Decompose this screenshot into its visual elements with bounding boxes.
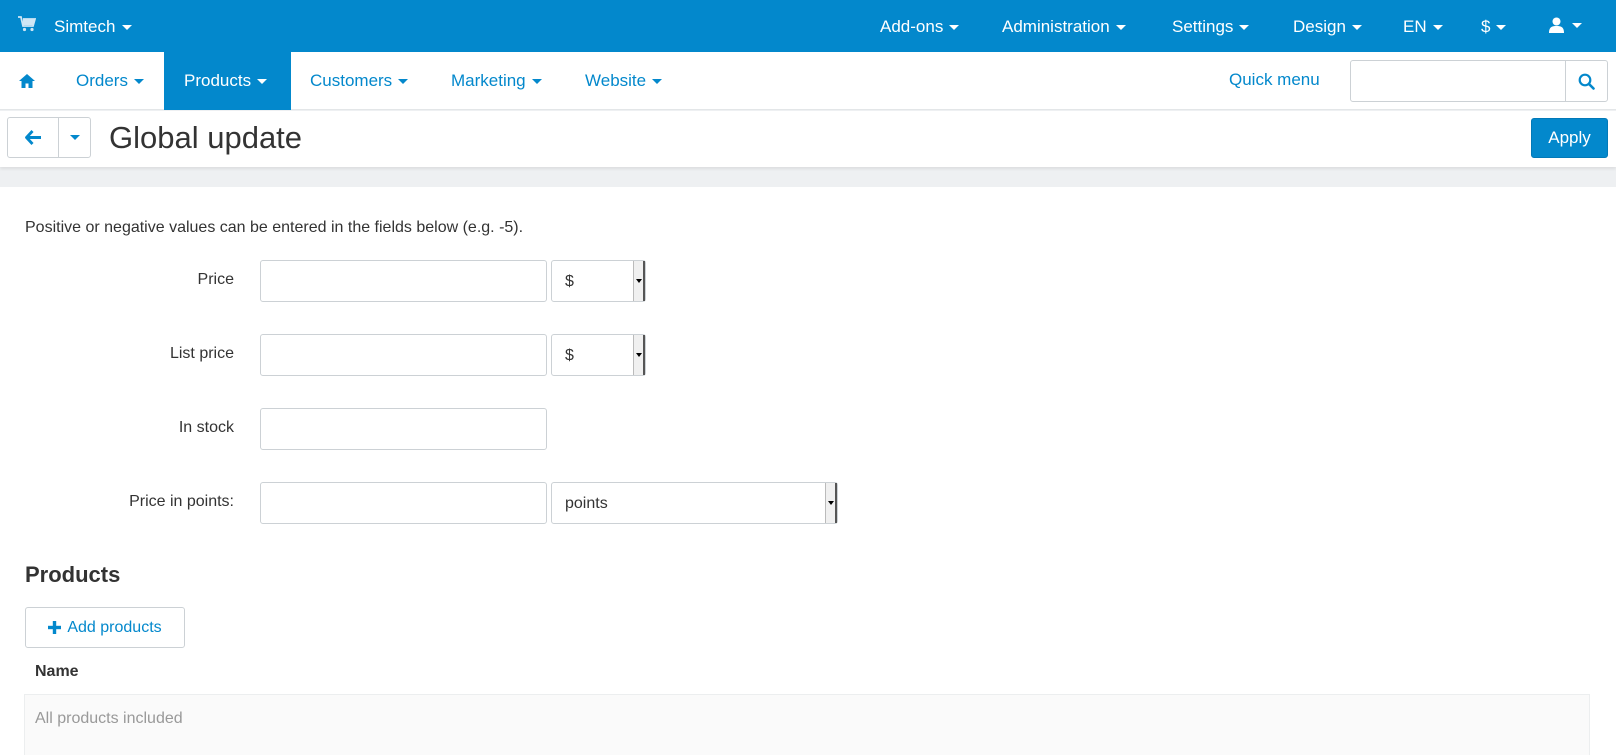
topnav-label: EN bbox=[1403, 17, 1427, 36]
store-switcher[interactable]: Simtech bbox=[54, 17, 133, 37]
store-name: Simtech bbox=[54, 17, 116, 36]
back-button-group bbox=[7, 117, 91, 158]
chevron-down-icon bbox=[1572, 22, 1582, 28]
list-price-unit-select[interactable]: $ bbox=[551, 334, 646, 376]
chevron-down-icon bbox=[122, 24, 133, 30]
home-icon bbox=[19, 74, 35, 88]
topnav-label: Add-ons bbox=[880, 17, 944, 36]
in-stock-input[interactable] bbox=[260, 408, 547, 450]
main-nav: Orders Products Customers Marketing Webs… bbox=[0, 52, 1616, 110]
chevron-down-icon bbox=[1496, 24, 1507, 30]
chevron-down-icon bbox=[257, 78, 268, 84]
page-toolbar: Global update Apply bbox=[0, 111, 1616, 167]
topnav-label: $ bbox=[1481, 17, 1491, 36]
nav-website[interactable]: Website bbox=[585, 52, 663, 110]
arrow-left-icon bbox=[24, 130, 41, 145]
nav-marketing[interactable]: Marketing bbox=[451, 52, 542, 110]
topnav-design[interactable]: Design bbox=[1293, 17, 1362, 37]
nav-label: Website bbox=[585, 71, 647, 90]
nav-label: Orders bbox=[76, 71, 128, 90]
chevron-down-icon bbox=[398, 78, 409, 84]
chevron-down-icon bbox=[1115, 24, 1126, 30]
chevron-down-icon bbox=[633, 335, 645, 375]
topnav-label: Design bbox=[1293, 17, 1346, 36]
search-input[interactable] bbox=[1351, 61, 1565, 101]
in-stock-label: In stock bbox=[178, 419, 234, 436]
history-dropdown[interactable] bbox=[59, 118, 90, 157]
price-row: Price $ bbox=[0, 260, 900, 302]
price-unit-select[interactable]: $ bbox=[551, 260, 646, 302]
price-input[interactable] bbox=[260, 260, 547, 302]
topnav-administration[interactable]: Administration bbox=[1002, 17, 1126, 37]
add-products-label: Add products bbox=[67, 618, 162, 636]
top-bar: Simtech Add-ons Administration Settings … bbox=[0, 0, 1616, 52]
search-button[interactable] bbox=[1565, 61, 1607, 101]
home-link[interactable] bbox=[18, 52, 38, 110]
topnav-addons[interactable]: Add-ons bbox=[880, 17, 960, 37]
price-points-row: Price in points: points bbox=[0, 482, 900, 524]
search-box bbox=[1350, 60, 1608, 102]
user-icon bbox=[1549, 17, 1564, 33]
nav-label: Marketing bbox=[451, 71, 526, 90]
empty-message: All products included bbox=[35, 710, 183, 727]
nav-products[interactable]: Products bbox=[164, 52, 291, 110]
chevron-down-icon bbox=[825, 483, 837, 523]
search-icon bbox=[1578, 73, 1595, 90]
chevron-down-icon bbox=[949, 24, 960, 30]
topnav-label: Settings bbox=[1172, 17, 1234, 36]
page-title: Global update bbox=[109, 120, 303, 155]
quick-menu-link[interactable]: Quick menu bbox=[1229, 70, 1320, 90]
topnav-language[interactable]: EN bbox=[1403, 17, 1443, 37]
chevron-down-icon bbox=[133, 78, 144, 84]
back-button[interactable] bbox=[8, 118, 59, 157]
select-value: $ bbox=[565, 347, 574, 364]
select-value: $ bbox=[565, 273, 574, 290]
column-header-name: Name bbox=[35, 663, 79, 680]
select-value: points bbox=[565, 495, 608, 512]
topnav-label: Administration bbox=[1002, 17, 1110, 36]
nav-label: Customers bbox=[310, 71, 393, 90]
nav-orders[interactable]: Orders bbox=[76, 52, 144, 110]
chevron-down-icon bbox=[1432, 24, 1443, 30]
price-points-unit-select[interactable]: points bbox=[551, 482, 838, 524]
add-products-button[interactable]: Add products bbox=[25, 607, 185, 648]
plus-icon bbox=[48, 621, 62, 634]
chevron-down-icon bbox=[652, 78, 663, 84]
topnav-currency[interactable]: $ bbox=[1481, 17, 1507, 37]
cart-icon[interactable] bbox=[18, 16, 36, 32]
form-hint: Positive or negative values can be enter… bbox=[25, 219, 524, 236]
products-heading: Products bbox=[25, 562, 121, 587]
in-stock-row: In stock bbox=[0, 408, 900, 450]
price-label: Price bbox=[197, 271, 234, 288]
chevron-down-icon bbox=[531, 78, 542, 84]
content-area: Positive or negative values can be enter… bbox=[0, 187, 1616, 755]
list-price-input[interactable] bbox=[260, 334, 547, 376]
nav-label: Products bbox=[184, 71, 252, 90]
price-points-label: Price in points: bbox=[129, 493, 234, 510]
list-price-label: List price bbox=[169, 345, 234, 362]
nav-customers[interactable]: Customers bbox=[310, 52, 409, 110]
user-menu[interactable] bbox=[1549, 17, 1582, 33]
table-row: All products included bbox=[24, 694, 1590, 755]
chevron-down-icon bbox=[1351, 24, 1362, 30]
chevron-down-icon bbox=[1239, 24, 1250, 30]
topnav-settings[interactable]: Settings bbox=[1172, 17, 1250, 37]
apply-button[interactable]: Apply bbox=[1531, 118, 1608, 158]
price-points-input[interactable] bbox=[260, 482, 547, 524]
chevron-down-icon bbox=[69, 135, 80, 140]
chevron-down-icon bbox=[633, 261, 645, 301]
list-price-row: List price $ bbox=[0, 334, 900, 376]
